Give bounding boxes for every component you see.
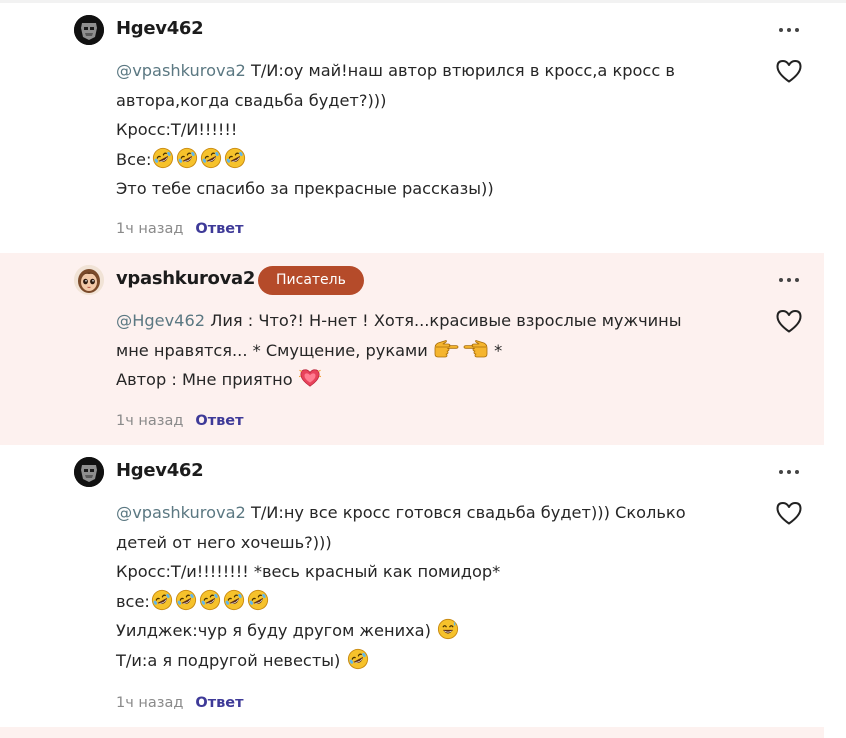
comment-line: мне нравятся... * Смущение, руками * — [116, 340, 503, 360]
pointing-left-emoji — [462, 340, 488, 360]
rolling-on-floor-laughing-emoji — [224, 147, 246, 169]
pointing-right-emoji — [434, 340, 460, 360]
mention-link[interactable]: @vpashkurova2 — [116, 61, 246, 80]
more-dots-icon[interactable] — [776, 463, 802, 481]
rolling-on-floor-laughing-emoji — [347, 648, 369, 670]
timestamp: 1ч назад — [116, 413, 184, 429]
rolling-on-floor-laughing-emoji — [200, 147, 222, 169]
comment-text: @Hgev462 Лия : Что?! Н-нет ! Хотя...крас… — [116, 306, 756, 395]
comment-line: Уилджек:чур я буду другом жениха) — [116, 616, 756, 646]
user-avatar[interactable] — [74, 15, 104, 45]
rolling-on-floor-laughing-emoji — [151, 589, 173, 611]
comment-line: Т/и:а я подругой невесты) — [116, 646, 756, 676]
rolling-on-floor-laughing-emoji — [199, 589, 221, 611]
comment-line: Кросс:Т/И!!!!!! — [116, 120, 238, 140]
timestamp: 1ч назад — [116, 221, 184, 237]
comment-meta: 1ч назад Ответ — [116, 693, 244, 713]
heart-outline-icon[interactable] — [775, 500, 803, 526]
comment-line: Кросс:Т/и!!!!!!!! *весь красный как поми… — [116, 562, 501, 582]
comment-line: @Hgev462 Лия : Что?! Н-нет ! Хотя...крас… — [116, 311, 682, 330]
timestamp: 1ч назад — [116, 695, 184, 711]
comment-line: Все: — [116, 145, 756, 175]
comment-line: @vpashkurova2 Т/И:оу май!наш автор втюри… — [116, 61, 675, 80]
rolling-on-floor-laughing-emoji — [223, 589, 245, 611]
writer-badge: Писатель — [258, 266, 364, 295]
comment-text: @vpashkurova2 Т/И:ну все кросс готовся с… — [116, 498, 756, 676]
more-dots-icon[interactable] — [776, 21, 802, 39]
grinning-sweat-emoji — [437, 618, 459, 640]
rolling-on-floor-laughing-emoji — [247, 589, 269, 611]
growing-heart-emoji — [299, 367, 321, 389]
mention-link[interactable]: @Hgev462 — [116, 311, 205, 330]
username[interactable]: vpashkurova2 — [116, 266, 255, 292]
next-comment-edge — [0, 727, 824, 738]
comment-item: Hgev462 @vpashkurova2 Т/И:оу май!наш авт… — [0, 3, 824, 253]
rolling-on-floor-laughing-emoji — [152, 147, 174, 169]
user-avatar[interactable] — [74, 265, 104, 295]
reply-button[interactable]: Ответ — [195, 695, 243, 711]
comment-text: @vpashkurova2 Т/И:оу май!наш автор втюри… — [116, 56, 756, 204]
comment-line: Это тебе спасибо за прекрасные рассказы)… — [116, 179, 494, 199]
rolling-on-floor-laughing-emoji — [175, 589, 197, 611]
heart-outline-icon[interactable] — [775, 58, 803, 84]
comment-line: автора,когда свадьба будет?))) — [116, 90, 387, 110]
user-avatar[interactable] — [74, 457, 104, 487]
comment-meta: 1ч назад Ответ — [116, 219, 244, 239]
comment-line: все: — [116, 587, 756, 617]
comment-meta: 1ч назад Ответ — [116, 411, 244, 431]
more-dots-icon[interactable] — [776, 271, 802, 289]
rolling-on-floor-laughing-emoji — [176, 147, 198, 169]
heart-outline-icon[interactable] — [775, 308, 803, 334]
comment-item: vpashkurova2 Писатель @Hgev462 Лия : Что… — [0, 253, 824, 445]
reply-button[interactable]: Ответ — [195, 221, 243, 237]
comment-item: Hgev462 @vpashkurova2 Т/И:ну все кросс г… — [0, 445, 824, 727]
mention-link[interactable]: @vpashkurova2 — [116, 503, 246, 522]
reply-button[interactable]: Ответ — [195, 413, 243, 429]
username[interactable]: Hgev462 — [116, 458, 204, 484]
comment-line: Автор : Мне приятно — [116, 365, 756, 395]
comment-line: детей от него хочешь?))) — [116, 532, 332, 552]
username[interactable]: Hgev462 — [116, 16, 204, 42]
comment-line: @vpashkurova2 Т/И:ну все кросс готовся с… — [116, 503, 686, 522]
